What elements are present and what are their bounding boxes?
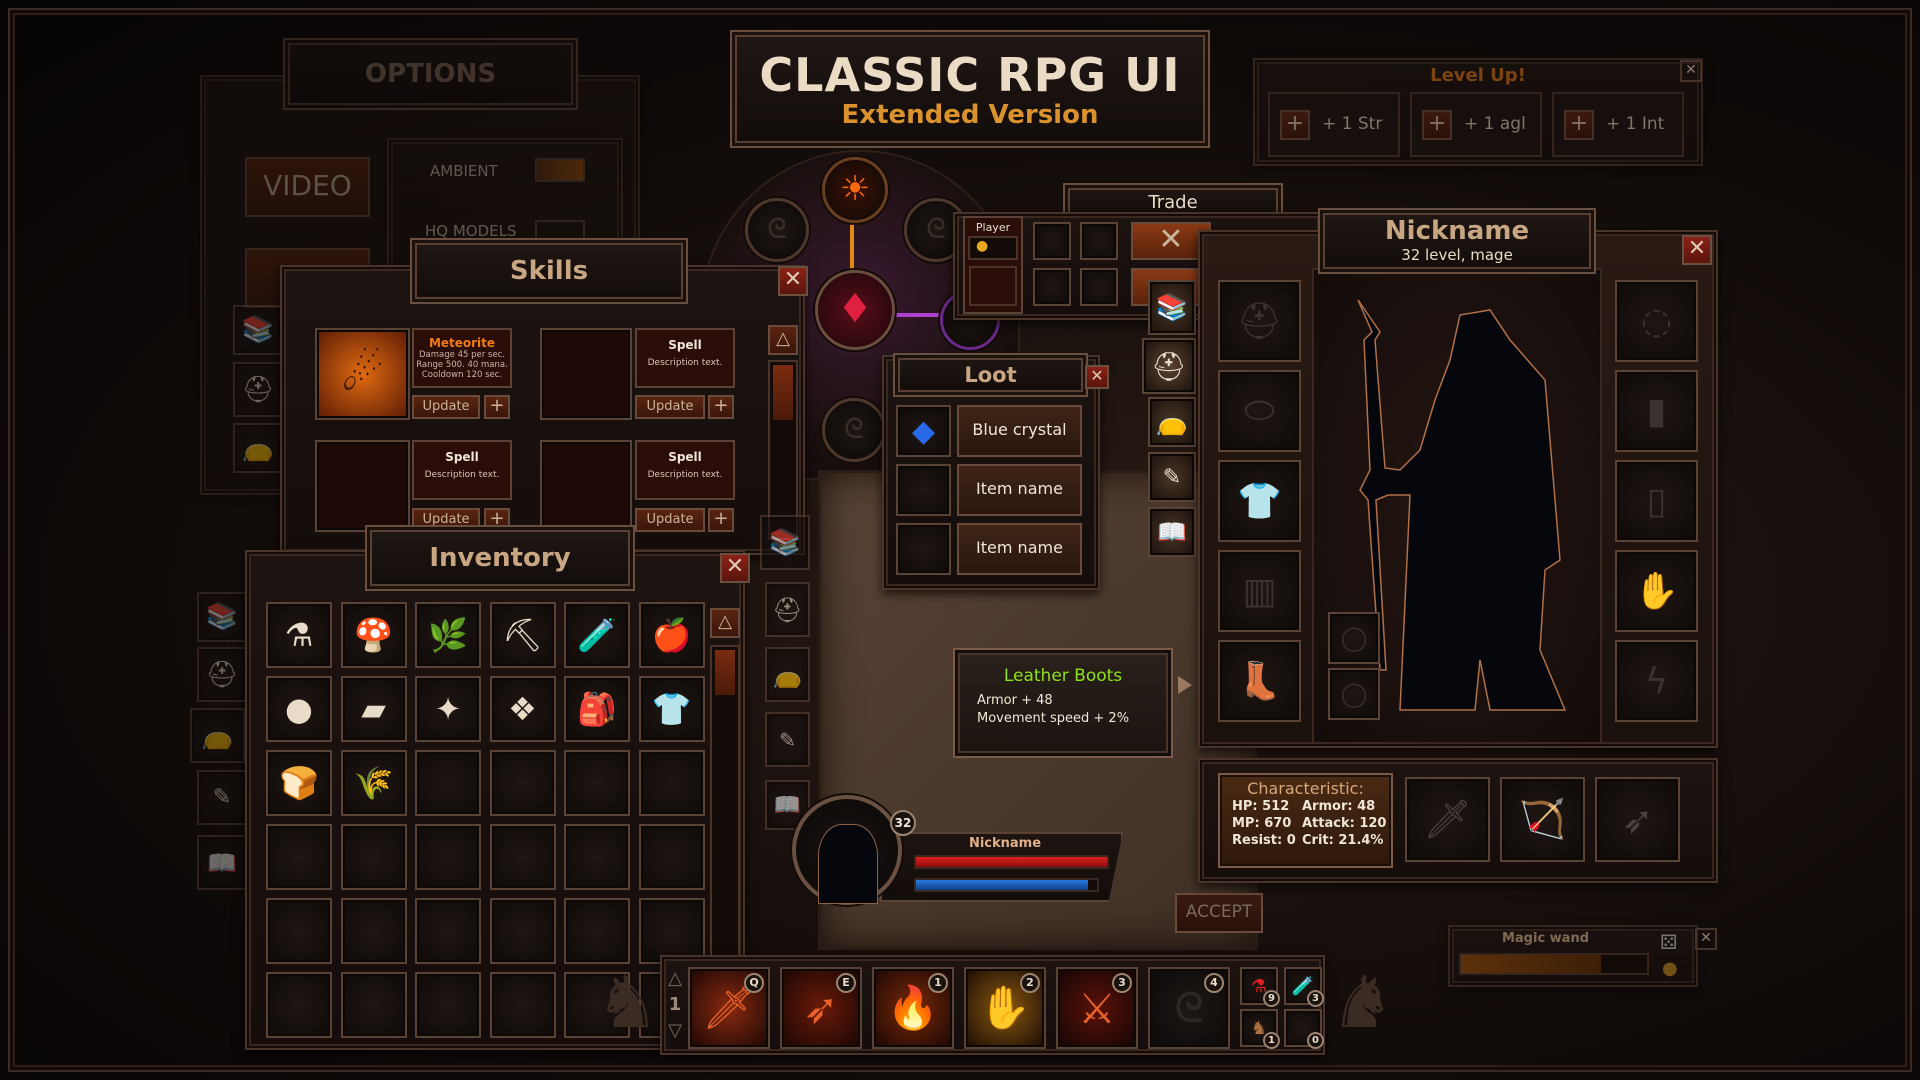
screen-frame bbox=[8, 8, 1912, 1072]
